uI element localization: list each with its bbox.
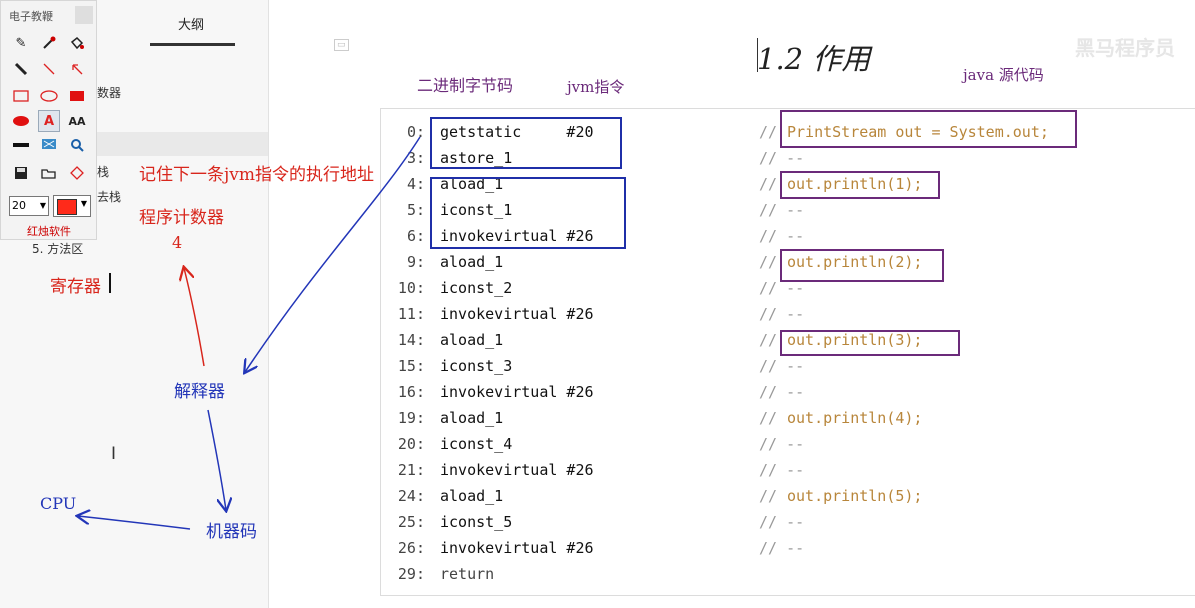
arrow-machine-code-to-cpu (78, 516, 191, 530)
arrow-interpreter-to-counter (184, 268, 205, 367)
arrow-code-to-interpreter (245, 136, 421, 372)
annotation-arrows (0, 136, 421, 530)
arrow-interpreter-to-machine-code (207, 409, 226, 510)
